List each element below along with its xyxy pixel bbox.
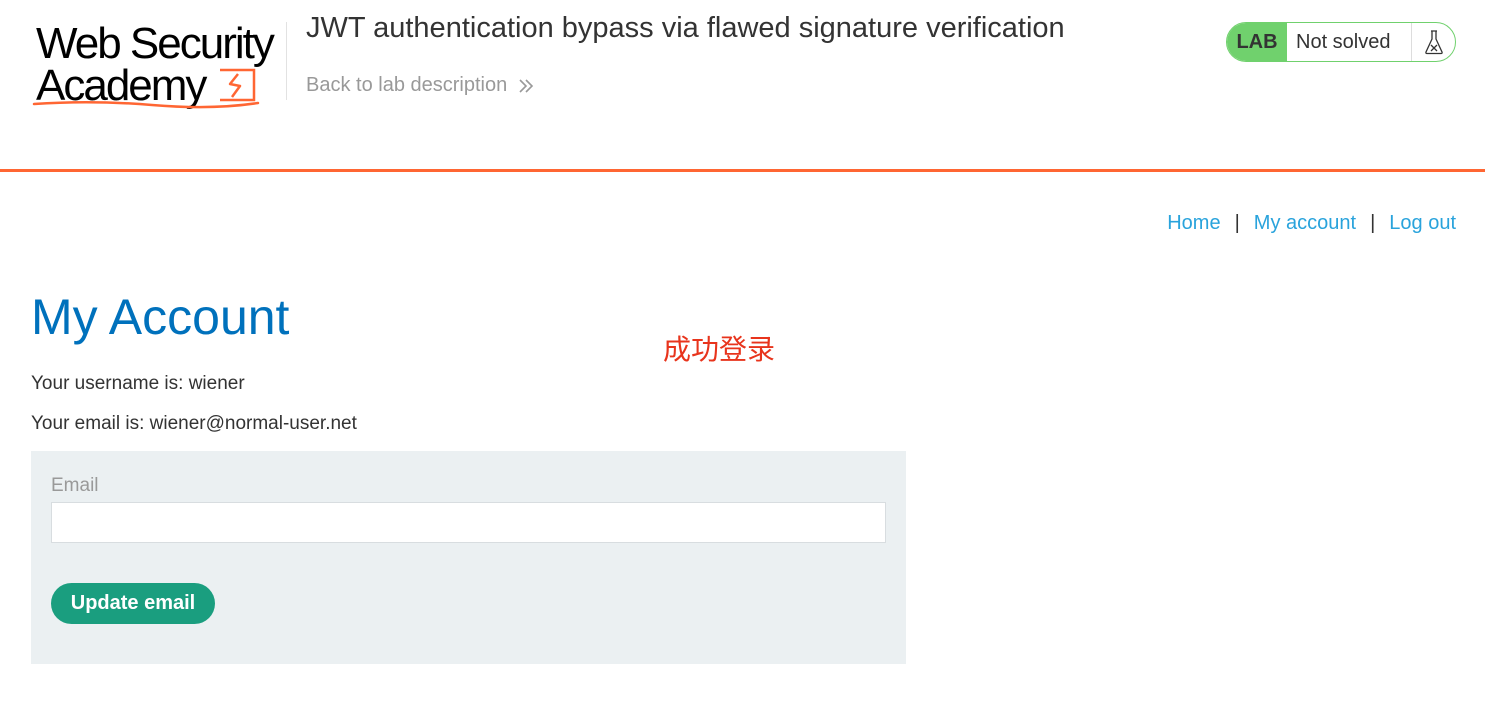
lab-status-text: Not solved [1296,30,1391,53]
logo-underline-icon [32,100,260,109]
nav-separator: | [1234,212,1240,234]
update-email-button[interactable]: Update email [51,583,215,624]
lab-title: JWT authentication bypass via flawed sig… [306,12,1065,44]
email-input[interactable] [51,502,886,543]
login-success-annotation: 成功登录 [663,333,776,366]
email-info: Your email is: wiener@normal-user.net [31,413,357,434]
double-chevron-right-icon [519,78,534,93]
lab-badge: LAB [1227,23,1287,61]
nav-separator: | [1370,212,1376,234]
nav-home-link[interactable]: Home [1167,212,1220,235]
header-divider [286,22,287,100]
username-info: Your username is: wiener [31,373,245,394]
nav-my-account-link[interactable]: My account [1254,212,1356,235]
nav-log-out-link[interactable]: Log out [1389,212,1456,235]
top-navigation: Home | My account | Log out [1167,212,1456,235]
lab-status-widget: LAB Not solved [1226,22,1456,62]
flask-icon [1424,30,1443,55]
back-link-label: Back to lab description [306,74,508,96]
web-security-academy-logo[interactable]: Web Security Academy [32,18,284,110]
email-label: Email [51,475,99,496]
page-header: Web Security Academy JWT authentication … [0,0,1485,172]
change-email-form: Email Update email [31,451,906,664]
lab-flask-button[interactable] [1411,23,1455,61]
page-title: My Account [31,289,290,345]
back-to-lab-description-link[interactable]: Back to lab description [306,74,535,97]
logo-line-1: Web Security [36,19,275,68]
